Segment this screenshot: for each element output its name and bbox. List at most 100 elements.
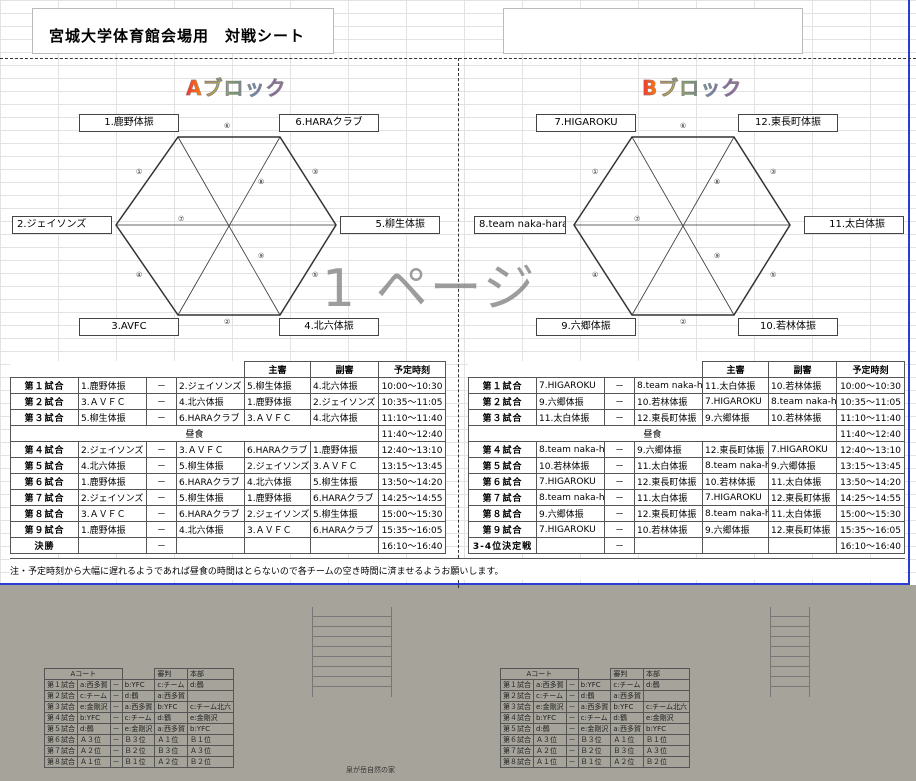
sub-referee: 12.東長町体振 [768, 489, 837, 506]
court-cell: c:チーム [610, 679, 644, 691]
team-1: 7.HIGAROKU [536, 377, 605, 394]
header-sub-b: 副審 [768, 361, 837, 378]
scheduled-time: 10:35～11:05 [378, 393, 446, 410]
team-b-bottom-right: 10.若林体振 [738, 318, 838, 336]
court-cell: 第４試合 [500, 712, 534, 724]
match-num-a9: ⑨ [258, 252, 265, 260]
court-cell: － [109, 756, 123, 768]
block-a-hexagon [115, 136, 337, 316]
match-num-b6: ⑥ [680, 122, 687, 130]
chief-referee: 1.鹿野体振 [244, 489, 311, 506]
court-row: 第６試合 Ａ３位－ Ｂ３位 Ａ１位 Ｂ１位 [500, 734, 690, 746]
versus: － [146, 441, 177, 458]
sub-referee: 6.HARAクラブ [310, 521, 379, 538]
team-1: 2.ジェイソンズ [78, 441, 147, 458]
sub-referee: 11.太白体振 [768, 473, 837, 490]
court-cell: Ａ３位 [533, 734, 567, 746]
scheduled-time: 11:10～11:40 [378, 409, 446, 426]
game-label: 決勝 [10, 537, 79, 554]
court-cell: － [565, 690, 579, 702]
court-cell: － [565, 756, 579, 768]
team-2: 5.柳生体振 [176, 489, 245, 506]
sub-referee: 5.柳生体振 [310, 473, 379, 490]
court-cell: Ｂ２位 [643, 756, 690, 768]
court-cell: c:チーム [154, 679, 188, 691]
chief-referee: 5.柳生体振 [244, 377, 311, 394]
court-cell: － [109, 690, 123, 702]
game-label: 第７試合 [10, 489, 79, 506]
schedule-row: 第９試合 7.HIGAROKU － 10.若林体振 9.六郷体振 12.東長町体振 15:3… [468, 521, 905, 538]
game-label: 第６試合 [468, 473, 537, 490]
team-2: 6.HARAクラブ [176, 473, 245, 490]
court-cell: Ａ１位 [533, 756, 567, 768]
chief-referee: 2.ジェイソンズ [244, 457, 311, 474]
team-a-right: 5.柳生体振 [340, 216, 440, 234]
team-1: 1.鹿野体振 [78, 377, 147, 394]
schedule-row: 第６試合 1.鹿野体振－ 6.HARAクラブ 4.北六体振 5.柳生体振 13:50～14… [10, 473, 446, 490]
scheduled-time: 16:10～16:40 [378, 537, 446, 554]
court-cell: 第８試合 [44, 756, 78, 768]
court-cell: Ａ２位 [154, 756, 188, 768]
court-cell: Ｂ３位 [154, 745, 188, 757]
scheduled-time: 13:15～13:45 [836, 457, 905, 474]
court-cell: e:金剛沢 [643, 712, 690, 724]
footnote: 注・予定時刻から大幅に遅れるようであれば昼食の時間はとらないので各チームの空き時… [10, 558, 905, 580]
court-cell: Ｂ２位 [577, 745, 612, 757]
court-cell: d:鶴 [77, 723, 111, 735]
match-num-b4: ④ [592, 271, 599, 279]
court-row: 第５試合 d:鶴－ e:金剛沢 a:西多賀 b:YFC [44, 723, 234, 735]
team-a-left: 2.ジェイソンズ [12, 216, 112, 234]
page-watermark: 1 ページ [322, 259, 537, 319]
versus: － [146, 473, 177, 490]
court-cell: － [109, 745, 123, 757]
court-cell: Ａ２位 [533, 745, 567, 757]
sub-referee [768, 537, 837, 554]
court-cell: b:YFC [154, 701, 188, 713]
versus: － [604, 537, 635, 554]
team-b-bottom-left: 9.六郷体振 [536, 318, 636, 336]
court-cell: Ｂ１位 [187, 734, 234, 746]
court-cell: a:西多賀 [77, 679, 111, 691]
court-cell: c:チーム [533, 690, 567, 702]
court-cell: a:西多賀 [610, 723, 644, 735]
header-time-a: 予定時刻 [378, 361, 446, 378]
game-label: 第４試合 [468, 441, 537, 458]
court-cell: － [109, 679, 123, 691]
game-label: 第８試合 [10, 505, 79, 522]
scheduled-time: 13:50～14:20 [378, 473, 446, 490]
schedule-row: 第２試合 9.六郷体振－ 10.若林体振 7.HIGAROKU 8.team naka-… [468, 393, 905, 410]
team-2: 3.ＡＶＦＣ [176, 441, 245, 458]
sub-referee [310, 537, 379, 554]
game-label: 第２試合 [10, 393, 79, 410]
court-h2-right: 本部 [643, 668, 690, 680]
court-cell: 第６試合 [44, 734, 78, 746]
faint-grid-left [312, 607, 392, 697]
versus: － [604, 377, 635, 394]
versus: － [146, 537, 177, 554]
sub-referee: 3.ＡＶＦＣ [310, 457, 379, 474]
court-row: 第３試合 e:金剛沢－ a:西多賀 b:YFC c:チーム北六 [44, 701, 234, 713]
match-num-b9: ⑨ [714, 252, 721, 260]
lunch-time: 11:40～12:40 [378, 425, 446, 442]
chief-referee: 7.HIGAROKU [702, 489, 769, 506]
sub-referee: 11.太白体振 [768, 505, 837, 522]
match-num-a2: ② [224, 318, 231, 326]
sub-referee: 4.北六体振 [310, 377, 379, 394]
team-2: 6.HARAクラブ [176, 409, 245, 426]
grey-caption: 泉が岳自然の家 [346, 766, 395, 774]
court-cell: Ａ１位 [610, 734, 644, 746]
team-b-right: 11.太白体振 [804, 216, 904, 234]
page-border-bottom [0, 583, 910, 585]
court-cell: Ｂ３位 [577, 734, 612, 746]
match-num-b2: ② [680, 318, 687, 326]
schedule-row: 第５試合10.若林体振－11.太白体振8.team naka-hara9.六郷体… [468, 457, 905, 474]
scheduled-time: 14:25～14:55 [378, 489, 446, 506]
game-label: 第３試合 [468, 409, 537, 426]
sub-referee: 9.六郷体振 [768, 457, 837, 474]
sub-referee: 7.HIGAROKU [768, 441, 837, 458]
chief-referee: 12.東長町体振 [702, 441, 769, 458]
court-cell: 第２試合 [44, 690, 78, 702]
court-cell: Ｂ２位 [121, 745, 156, 757]
team-1: 10.若林体振 [536, 457, 605, 474]
court-cell: － [565, 745, 579, 757]
